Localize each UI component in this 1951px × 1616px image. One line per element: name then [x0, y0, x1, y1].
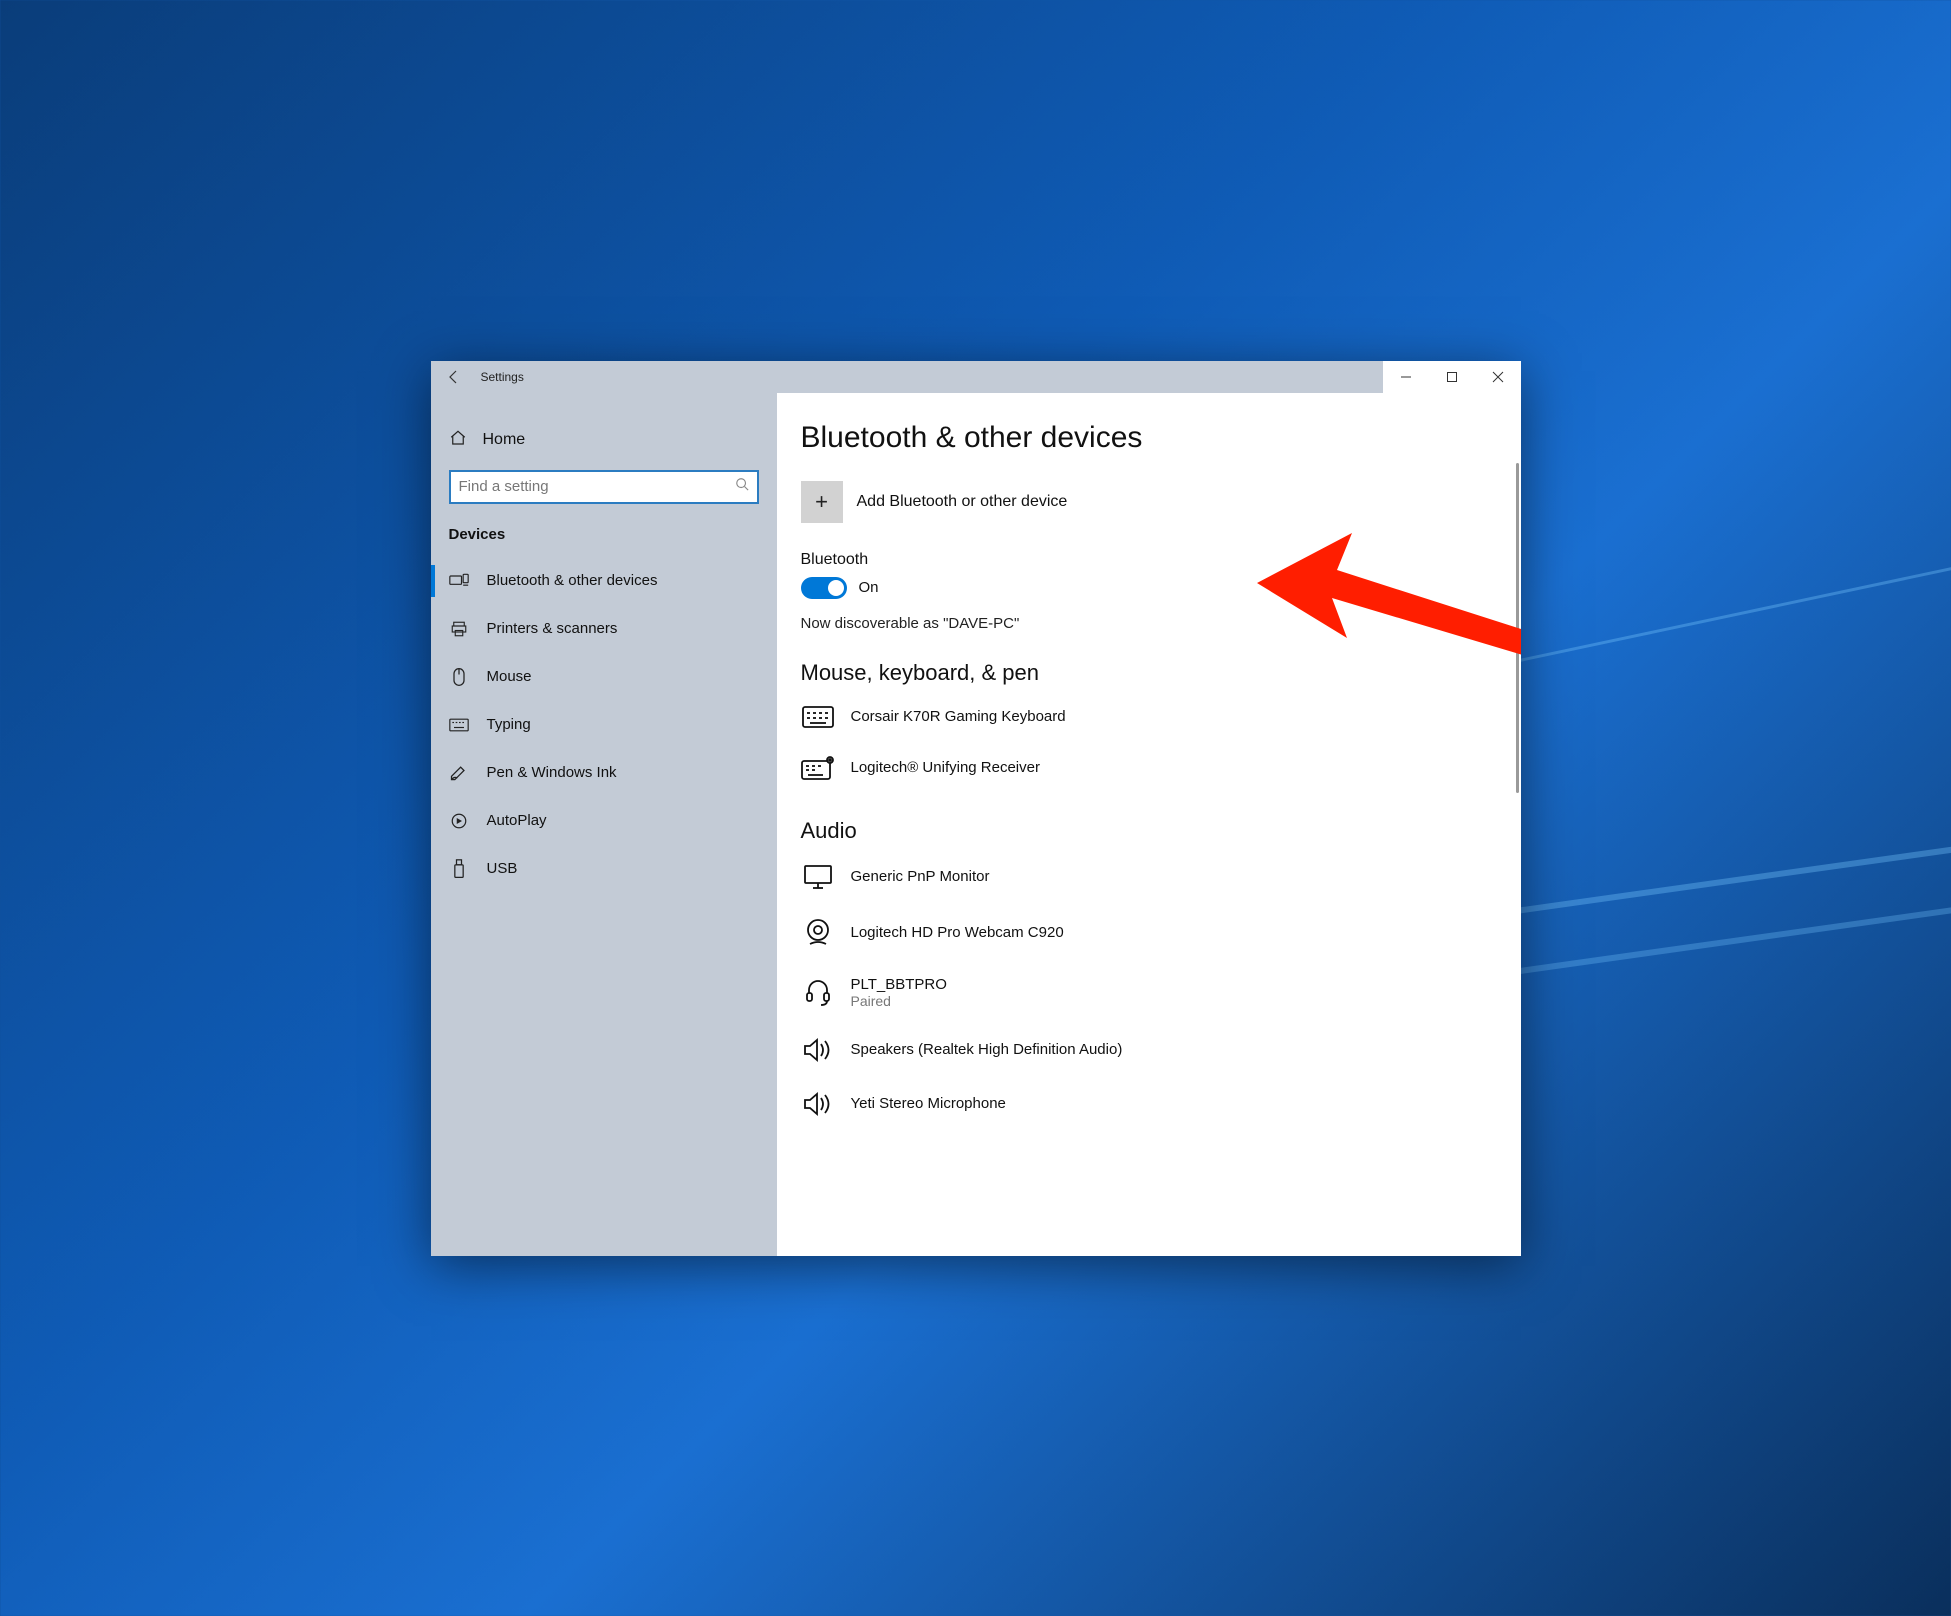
device-name: PLT_BBTPRO [851, 976, 947, 993]
device-item[interactable]: Generic PnP Monitor [801, 856, 1481, 910]
search-field[interactable] [459, 478, 735, 495]
device-status: Paired [851, 993, 947, 1009]
device-name: Logitech® Unifying Receiver [851, 759, 1040, 776]
section-mouse-keyboard-pen: Mouse, keyboard, & pen [801, 660, 1481, 686]
home-link[interactable]: Home [431, 419, 777, 462]
autoplay-icon [449, 812, 469, 830]
device-item[interactable]: Corsair K70R Gaming Keyboard [801, 698, 1481, 748]
sidebar-item-label: Typing [487, 716, 531, 733]
bluetooth-devices-icon [449, 573, 469, 589]
speaker-icon [801, 1091, 835, 1117]
maximize-button[interactable] [1429, 361, 1475, 393]
window-title: Settings [477, 370, 524, 384]
sidebar-item-label: Mouse [487, 668, 532, 685]
section-audio: Audio [801, 818, 1481, 844]
sidebar-item-printers[interactable]: Printers & scanners [431, 605, 777, 653]
device-item[interactable]: Yeti Stereo Microphone [801, 1083, 1481, 1137]
printer-icon [449, 620, 469, 638]
sidebar-item-typing[interactable]: Typing [431, 701, 777, 749]
device-name: Corsair K70R Gaming Keyboard [851, 708, 1066, 725]
device-name: Speakers (Realtek High Definition Audio) [851, 1041, 1123, 1058]
sidebar-item-label: Printers & scanners [487, 620, 618, 637]
device-name: Yeti Stereo Microphone [851, 1095, 1006, 1112]
close-button[interactable] [1475, 361, 1521, 393]
plus-icon: + [815, 489, 828, 515]
titlebar: Settings [431, 361, 1521, 393]
sidebar-category: Devices [431, 522, 777, 557]
add-device-button[interactable]: + [801, 481, 843, 523]
sidebar-item-mouse[interactable]: Mouse [431, 653, 777, 701]
search-icon [735, 477, 749, 496]
back-button[interactable] [431, 361, 477, 393]
device-item[interactable]: Logitech HD Pro Webcam C920 [801, 910, 1481, 968]
sidebar-item-label: USB [487, 860, 518, 877]
sidebar-item-bluetooth[interactable]: Bluetooth & other devices [431, 557, 777, 605]
add-device-row[interactable]: + Add Bluetooth or other device [801, 481, 1481, 523]
home-icon [449, 429, 467, 452]
home-label: Home [483, 431, 526, 449]
bluetooth-toggle-state: On [859, 579, 879, 596]
headset-icon [801, 978, 835, 1006]
sidebar-item-pen[interactable]: Pen & Windows Ink [431, 749, 777, 797]
keyboard-icon [801, 706, 835, 728]
sidebar-item-label: Pen & Windows Ink [487, 764, 617, 781]
add-device-label: Add Bluetooth or other device [857, 493, 1068, 511]
sidebar-item-label: AutoPlay [487, 812, 547, 829]
scrollbar[interactable] [1516, 463, 1519, 793]
device-item[interactable]: Logitech® Unifying Receiver [801, 748, 1481, 800]
sidebar-item-usb[interactable]: USB [431, 845, 777, 893]
window-controls [1383, 361, 1521, 393]
search-input[interactable] [449, 470, 759, 504]
toggle-knob [828, 580, 844, 596]
monitor-icon [801, 864, 835, 890]
content-pane: Bluetooth & other devices + Add Bluetoot… [777, 393, 1521, 1256]
keyboard-receiver-icon [801, 756, 835, 780]
usb-icon [449, 859, 469, 879]
discoverable-text: Now discoverable as "DAVE-PC" [801, 615, 1481, 632]
sidebar-item-label: Bluetooth & other devices [487, 572, 658, 589]
mouse-icon [449, 667, 469, 687]
sidebar: Home Devices Bluetooth & other devices [431, 393, 777, 1256]
settings-window: Settings Home [431, 361, 1521, 1256]
minimize-button[interactable] [1383, 361, 1429, 393]
bluetooth-heading: Bluetooth [801, 551, 1481, 569]
pen-icon [449, 764, 469, 782]
keyboard-icon [449, 718, 469, 732]
bluetooth-toggle[interactable] [801, 577, 847, 599]
device-name: Logitech HD Pro Webcam C920 [851, 924, 1064, 941]
webcam-icon [801, 918, 835, 948]
speaker-icon [801, 1037, 835, 1063]
device-item[interactable]: PLT_BBTPRO Paired [801, 968, 1481, 1029]
page-title: Bluetooth & other devices [801, 421, 1481, 455]
device-name: Generic PnP Monitor [851, 868, 990, 885]
device-item[interactable]: Speakers (Realtek High Definition Audio) [801, 1029, 1481, 1083]
sidebar-item-autoplay[interactable]: AutoPlay [431, 797, 777, 845]
